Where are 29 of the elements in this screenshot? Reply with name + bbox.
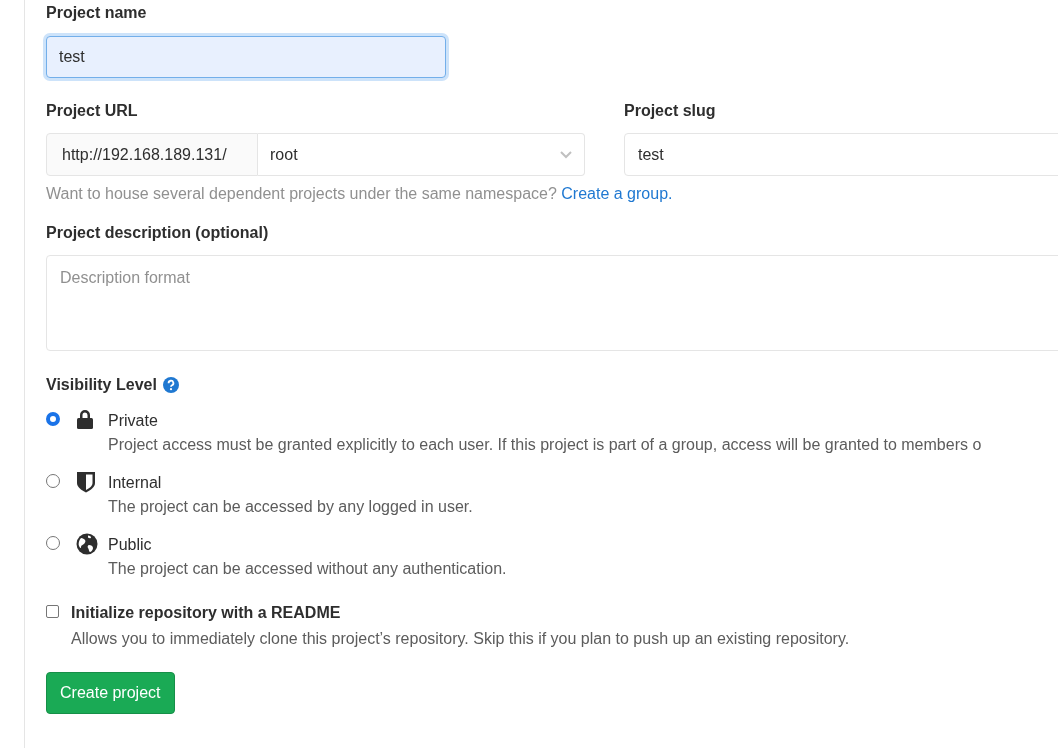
globe-icon	[76, 533, 98, 555]
radio-button[interactable]	[46, 412, 60, 426]
namespace-hint: Want to house several dependent projects under the same namespace? Create a group.	[46, 184, 674, 204]
create-group-link[interactable]: Create a group.	[561, 185, 673, 202]
field-label: Project description (optional)	[46, 223, 270, 243]
radio-button[interactable]	[46, 536, 60, 550]
checkbox[interactable]	[46, 605, 59, 618]
checkbox-label: Initialize repository with a README	[71, 603, 342, 623]
chevron-down-icon	[560, 150, 572, 159]
field-label: Visibility Level	[46, 375, 157, 395]
field-label: Project name	[46, 3, 148, 23]
field-label: Project URL	[46, 101, 139, 121]
namespace-select[interactable]: root	[258, 133, 585, 176]
help-icon[interactable]	[162, 377, 179, 393]
lock-icon	[76, 409, 94, 429]
option-label: Internal	[108, 473, 163, 493]
project-name-input[interactable]: test	[46, 36, 446, 78]
url-prefix: http://192.168.189.131/	[46, 133, 258, 176]
checkbox-description: Allows you to immediately clone this project’s repository. Skip this if you plan to push up an existing repository.	[71, 629, 850, 649]
option-label: Public	[108, 535, 153, 555]
radio-button[interactable]	[46, 474, 60, 488]
description-textarea[interactable]: Description format	[46, 255, 1058, 351]
option-description: Project access must be granted explicitly to each user. If this project is part of a group, access will be granted to members o	[108, 435, 982, 455]
project-slug-input[interactable]: test	[624, 133, 1058, 176]
option-description: The project can be accessed without any authentication.	[108, 559, 507, 579]
field-label: Project slug	[624, 101, 717, 121]
option-description: The project can be accessed by any logged in user.	[108, 497, 473, 517]
option-label: Private	[108, 411, 159, 431]
shield-icon	[76, 471, 96, 493]
